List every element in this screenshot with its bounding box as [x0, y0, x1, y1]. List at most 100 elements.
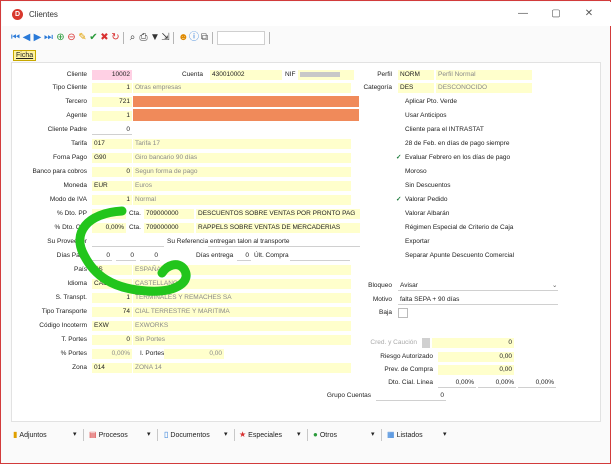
perfil-field[interactable]: NORM	[398, 70, 434, 80]
check-sin-descuentos[interactable]: Sin Descuentos	[396, 181, 451, 191]
su-referencia-field[interactable]: entregan talon al transporte	[208, 237, 360, 247]
cliente-label: Cliente	[66, 71, 87, 78]
zona-field[interactable]: 014	[92, 363, 132, 373]
moneda-field[interactable]: EUR	[92, 181, 132, 191]
agente-redaction	[133, 109, 359, 121]
copy-icon[interactable]: ⧉	[200, 32, 209, 43]
cancel-icon[interactable]: ✖	[100, 32, 109, 43]
ult-compra-field[interactable]	[290, 251, 350, 261]
baja-label: Baja	[378, 309, 392, 316]
tipo-transporte-field[interactable]: 74	[92, 307, 132, 317]
check-intrastat[interactable]: Cliente para el INTRASTAT	[396, 125, 484, 135]
riesgo-label: Riesgo Autorizado	[380, 353, 433, 360]
last-record-icon[interactable]: ⏭	[44, 32, 53, 43]
check-valorar-pedido[interactable]: ✓ Valorar Pedido	[396, 195, 448, 205]
categoria-field[interactable]: DES	[398, 83, 434, 93]
baja-checkbox[interactable]	[398, 308, 408, 318]
check-exportar[interactable]: Exportar	[396, 237, 430, 247]
export-icon[interactable]: ⇲	[161, 32, 170, 43]
listados-dropdown-icon[interactable]: ▾	[443, 429, 447, 441]
pct-portes-field[interactable]: 0,00%	[92, 349, 132, 359]
tarifa-field[interactable]: 017	[92, 139, 132, 149]
check-aplicar-pto-verde[interactable]: Aplicar Pto. Verde	[396, 97, 457, 107]
forma-pago-field[interactable]: G90	[92, 153, 132, 163]
filter-icon[interactable]: ▼	[150, 32, 160, 43]
check-separar-apunte[interactable]: Separar Apunte Descuento Comercial	[396, 251, 514, 261]
search-icon[interactable]: ⌕	[128, 32, 137, 43]
toolbar-separator	[173, 32, 174, 44]
procesos-dropdown-icon[interactable]: ▾	[147, 429, 151, 441]
check-valorar-albaran[interactable]: Valorar Albarán	[396, 209, 449, 219]
motivo-field[interactable]: falta SEPA + 90 días	[398, 295, 558, 305]
check-evaluar-febrero[interactable]: ✓ Evaluar Febrero en los días de pago	[396, 153, 510, 163]
green-highlight-annotation	[75, 206, 191, 296]
nif-label: NIF	[285, 71, 296, 78]
prev-compra-label: Prev. de Compra	[384, 366, 433, 373]
tercero-field[interactable]: 721	[92, 97, 132, 107]
maximize-button[interactable]: ▢	[547, 7, 565, 21]
check-28-feb[interactable]: 28 de Feb. en días de pago siempre	[396, 139, 509, 149]
next-record-icon[interactable]: ▶	[33, 32, 42, 43]
info-icon[interactable]: ⓘ	[189, 32, 199, 43]
bottom-action-bar: ▮ Adjuntos ▾ ▤ Procesos ▾ ▯ Documentos ▾ ★ E…	[11, 427, 601, 443]
bloqueo-select[interactable]: Avisar	[398, 281, 558, 291]
cuenta-field[interactable]: 430010002	[210, 70, 282, 80]
previous-record-icon[interactable]: ◀	[22, 32, 31, 43]
agente-label: Agente	[66, 112, 87, 119]
cred-caucion-checkbox[interactable]	[422, 338, 430, 348]
chevron-down-icon[interactable]: ⌄	[552, 281, 557, 291]
add-icon[interactable]: ⊕	[56, 32, 65, 43]
check-usar-anticipos[interactable]: Usar Anticipos	[396, 111, 447, 121]
minimize-button[interactable]: —	[514, 7, 532, 21]
portes-field[interactable]: 0	[92, 335, 132, 345]
refresh-icon[interactable]: ↻	[111, 32, 120, 43]
banco-label: Banco para cobros	[32, 168, 87, 175]
procesos-button[interactable]: ▤ Procesos	[89, 429, 128, 441]
check-regimen-especial[interactable]: Régimen Especial de Criterio de Caja	[396, 223, 513, 233]
incoterm-field[interactable]: EXW	[92, 321, 132, 331]
delete-icon[interactable]: ⊖	[67, 32, 76, 43]
close-button[interactable]: ✕	[580, 7, 598, 21]
documentos-button[interactable]: ▯ Documentos	[164, 429, 210, 441]
forma-pago-desc: Giro bancario 90 días	[133, 153, 351, 163]
tercero-redaction	[133, 96, 359, 107]
grupo-cuentas-field[interactable]: 0	[376, 391, 446, 401]
categoria-desc: DESCONOCIDO	[436, 83, 532, 93]
tipo-cliente-field[interactable]: 1	[92, 83, 132, 93]
tab-ficha[interactable]: Ficha	[13, 50, 37, 61]
cliente-field[interactable]: 10002	[92, 70, 132, 80]
prev-compra-field[interactable]: 0,00	[438, 365, 514, 375]
otros-dropdown-icon[interactable]: ▾	[371, 429, 375, 441]
dto-cial-linea-1-field[interactable]: 0,00%	[438, 378, 476, 388]
cred-caucion-field[interactable]: 0	[432, 338, 514, 348]
agente-field[interactable]: 1	[92, 111, 132, 121]
check-moroso[interactable]: Moroso	[396, 167, 427, 177]
adjuntos-dropdown-icon[interactable]: ▾	[73, 429, 77, 441]
cliente-padre-field[interactable]: 0	[92, 125, 132, 135]
process-icon: ▤	[89, 430, 97, 439]
adjuntos-button[interactable]: ▮ Adjuntos	[13, 429, 47, 441]
check-mark-icon: ✓	[396, 196, 402, 203]
dto-cial-linea-3-field[interactable]: 0,00%	[518, 378, 556, 388]
moneda-desc: Euros	[133, 181, 351, 191]
riesgo-field[interactable]: 0,00	[438, 352, 514, 362]
toolbar-search-input[interactable]	[217, 31, 265, 45]
grupo-cuentas-label: Grupo Cuentas	[326, 392, 371, 399]
list-icon: ▦	[387, 430, 395, 439]
print-icon[interactable]: ⎙	[139, 32, 148, 43]
edit-icon[interactable]: ✎	[78, 32, 87, 43]
documentos-dropdown-icon[interactable]: ▾	[224, 429, 228, 441]
confirm-icon[interactable]: ✔	[89, 32, 98, 43]
dto-cial-linea-2-field[interactable]: 0,00%	[478, 378, 516, 388]
bottom-separator	[381, 429, 382, 441]
first-record-icon[interactable]: ⏮	[11, 32, 20, 43]
listados-button[interactable]: ▦ Listados	[387, 429, 423, 441]
user-icon[interactable]: ☻	[178, 32, 189, 43]
bottom-separator	[157, 429, 158, 441]
banco-field[interactable]: 0	[92, 167, 132, 177]
especiales-dropdown-icon[interactable]: ▾	[297, 429, 301, 441]
dias-entrega-field[interactable]: 0	[237, 251, 251, 261]
otros-button[interactable]: ● Otros	[313, 429, 337, 441]
especiales-button[interactable]: ★ Especiales	[239, 429, 282, 441]
i-portes-field[interactable]: 0,00	[164, 349, 224, 359]
